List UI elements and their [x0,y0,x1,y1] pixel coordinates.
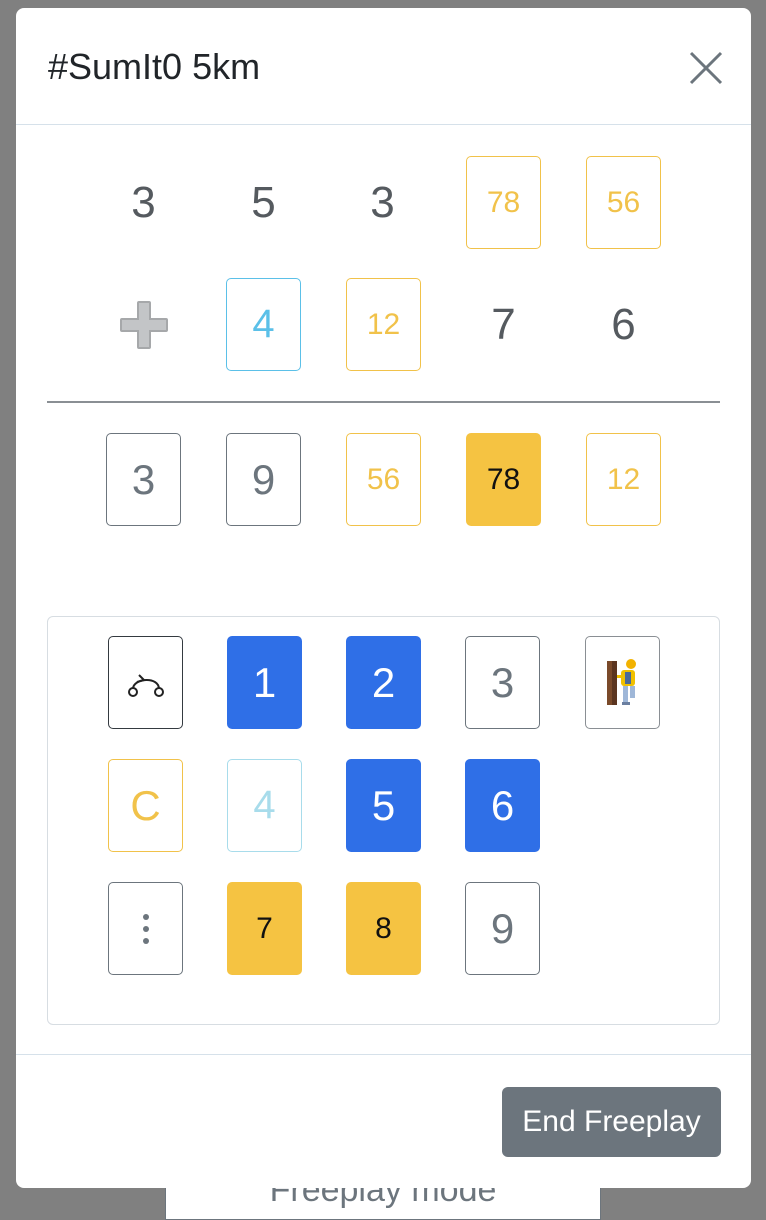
undo-button[interactable] [108,636,183,729]
sum-divider [47,401,720,403]
key-5[interactable]: 5 [346,759,421,852]
key-2[interactable]: 2 [346,636,421,729]
plus-icon [119,300,168,349]
modal-header: #SumIt0 5km [16,8,751,125]
more-vertical-icon [142,913,149,944]
digit-r1-c3: 3 [370,177,395,227]
answer-slot-4[interactable]: 78 [466,433,541,526]
key-8[interactable]: 8 [346,882,421,975]
key-4[interactable]: 4 [227,759,302,852]
digit-r1-c2: 5 [251,177,276,227]
undo-icon [127,673,164,697]
end-freeplay-button[interactable]: End Freeplay [502,1087,721,1157]
plus-operator [106,278,181,371]
answer-slot-2[interactable]: 9 [226,433,301,526]
digit-r2-c5: 6 [611,299,636,349]
tile-r1-c5[interactable]: 56 [586,156,661,249]
key-9[interactable]: 9 [465,882,540,975]
climber-button[interactable] [585,636,660,729]
key-6[interactable]: 6 [465,759,540,852]
footer-divider [16,1054,751,1055]
modal-title: #SumIt0 5km [48,46,261,87]
tile-r2-c3[interactable]: 12 [346,278,421,371]
digit-r2-c4: 7 [491,299,516,349]
close-icon [689,51,723,85]
close-button[interactable] [682,44,730,92]
answer-slot-1[interactable]: 3 [106,433,181,526]
tile-r2-c2[interactable]: 4 [226,278,301,371]
key-3[interactable]: 3 [465,636,540,729]
climber-icon [606,658,636,705]
digit-r1-c1: 3 [131,177,156,227]
tile-r1-c4[interactable]: 78 [466,156,541,249]
clear-button[interactable]: C [108,759,183,852]
more-button[interactable] [108,882,183,975]
key-7[interactable]: 7 [227,882,302,975]
answer-slot-3[interactable]: 56 [346,433,421,526]
answer-slot-5[interactable]: 12 [586,433,661,526]
game-modal: #SumIt0 5km 3 5 3 78 56 4 12 7 6 3 9 56 … [16,8,751,1188]
key-1[interactable]: 1 [227,636,302,729]
